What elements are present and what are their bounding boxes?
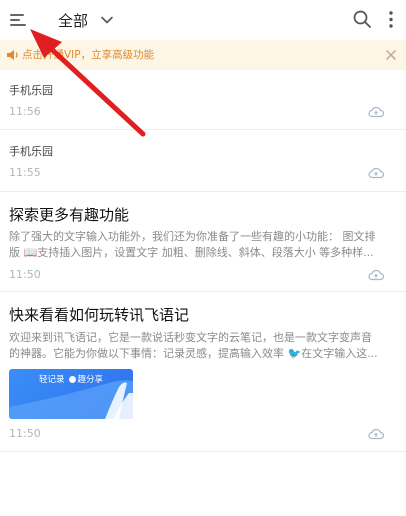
- note-preview-line: 欢迎来到讯飞语记，它是一款说话秒变文字的云笔记，也是一款文字变声音: [9, 331, 372, 344]
- note-time: 11:50: [9, 268, 41, 281]
- cloud-sync-icon: [368, 428, 384, 440]
- note-item[interactable]: 手机乐园 11:56: [0, 70, 406, 130]
- cloud-sync-icon: [368, 167, 384, 179]
- hamburger-icon[interactable]: [8, 10, 30, 30]
- note-time: 11:56: [9, 105, 41, 118]
- cloud-sync-icon: [368, 106, 384, 118]
- note-title: 快来看看如何玩转讯飞语记: [9, 306, 190, 324]
- dot-icon: [68, 376, 76, 383]
- note-thumbnail: 轻记录 趣分享: [9, 369, 133, 419]
- note-title: 手机乐园: [9, 84, 53, 97]
- page-title: 全部: [58, 11, 89, 30]
- note-title: 探索更多有趣功能: [9, 206, 130, 224]
- note-title: 手机乐园: [9, 145, 53, 158]
- vip-banner-text: 点击开通VIP，立享高级功能: [22, 49, 155, 61]
- note-preview-line: 除了强大的文字输入功能外，我们还为你准备了一些有趣的小功能： 图文排: [9, 230, 376, 243]
- chevron-down-icon: [101, 16, 113, 24]
- vip-banner[interactable]: 点击开通VIP，立享高级功能: [0, 40, 406, 70]
- search-icon[interactable]: [352, 9, 372, 29]
- note-item[interactable]: 手机乐园 11:55: [0, 130, 406, 192]
- note-time: 11:55: [9, 166, 41, 179]
- speaker-icon: [7, 50, 18, 60]
- top-bar: 全部: [0, 0, 406, 40]
- note-preview-line: 的神器。它能为你做以下事情：记录灵感，提高输入效率 🐦在文字输入这...: [9, 347, 378, 360]
- thumbnail-caption-right: 趣分享: [77, 375, 104, 385]
- more-vertical-icon[interactable]: [386, 10, 396, 30]
- thumbnail-caption-left: 轻记录: [38, 375, 65, 385]
- cloud-sync-icon: [368, 269, 384, 281]
- thumbnail-caption: 轻记录 趣分享: [9, 373, 133, 385]
- note-item[interactable]: 探索更多有趣功能 除了强大的文字输入功能外，我们还为你准备了一些有趣的小功能： …: [0, 192, 406, 292]
- folder-selector[interactable]: 全部: [58, 9, 114, 31]
- note-preview-line: 版 📖支持插入图片，设置文字 加粗、删除线、斜体、段落大小 等多种样...: [9, 246, 374, 259]
- close-icon[interactable]: [384, 48, 398, 62]
- note-time: 11:50: [9, 427, 41, 440]
